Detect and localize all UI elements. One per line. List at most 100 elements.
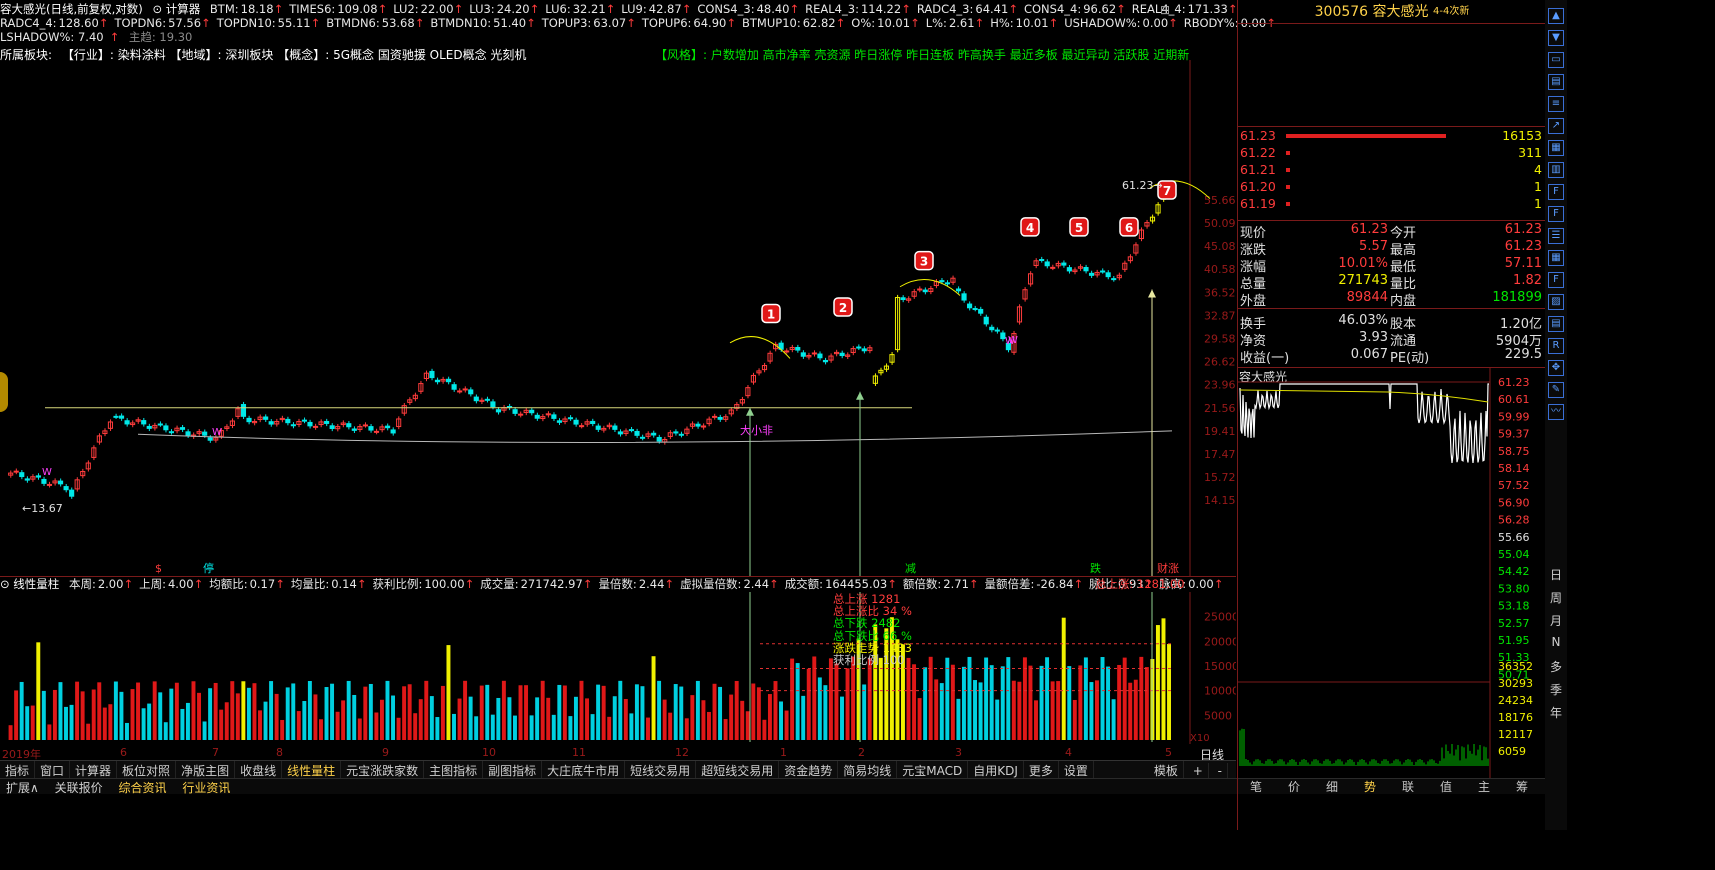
candlestick[interactable] bbox=[879, 368, 883, 376]
candlestick[interactable] bbox=[53, 478, 57, 485]
candlestick[interactable] bbox=[574, 418, 578, 427]
period-button-1[interactable]: 周 bbox=[1549, 589, 1563, 606]
candlestick[interactable] bbox=[857, 344, 861, 350]
candlestick[interactable] bbox=[762, 363, 766, 372]
candlestick[interactable] bbox=[563, 416, 567, 424]
candlestick[interactable] bbox=[757, 368, 761, 375]
candlestick[interactable] bbox=[36, 473, 40, 479]
orderbook-row[interactable]: 61.19 1 bbox=[1238, 196, 1546, 213]
period-button-4[interactable]: 多 bbox=[1549, 658, 1563, 675]
candlestick[interactable] bbox=[713, 414, 717, 420]
expand-button[interactable]: 扩展∧ bbox=[0, 779, 45, 796]
candlestick[interactable] bbox=[918, 286, 922, 292]
candlestick[interactable] bbox=[629, 427, 633, 432]
period-button-3[interactable]: N bbox=[1549, 635, 1563, 649]
candlestick[interactable] bbox=[973, 306, 977, 311]
candlestick[interactable] bbox=[979, 307, 983, 316]
candlestick[interactable] bbox=[735, 402, 739, 411]
candlestick[interactable] bbox=[247, 416, 251, 425]
candlestick[interactable] bbox=[801, 350, 805, 359]
candlestick[interactable] bbox=[1023, 287, 1027, 302]
candlestick[interactable] bbox=[1040, 257, 1044, 263]
related-quote-tab[interactable]: 关联报价 bbox=[49, 779, 109, 796]
candlestick[interactable] bbox=[363, 422, 367, 427]
candlestick[interactable] bbox=[596, 423, 600, 432]
candlestick[interactable] bbox=[330, 423, 334, 431]
candlestick[interactable] bbox=[807, 353, 811, 360]
candlestick[interactable] bbox=[624, 428, 628, 436]
candlestick[interactable] bbox=[291, 422, 295, 428]
candlestick[interactable] bbox=[613, 423, 617, 432]
quote-tab-2[interactable]: 细 bbox=[1326, 778, 1338, 795]
candlestick[interactable] bbox=[280, 416, 284, 422]
grid-icon[interactable]: ▦ bbox=[1548, 140, 1564, 156]
candlestick[interactable] bbox=[884, 363, 888, 371]
candlestick[interactable] bbox=[718, 415, 722, 422]
candlestick[interactable] bbox=[502, 405, 506, 413]
candlestick[interactable] bbox=[369, 424, 373, 433]
candlestick[interactable] bbox=[923, 287, 927, 294]
ranking-icon[interactable]: ▤ bbox=[1548, 316, 1564, 332]
add-tab-button[interactable]: + bbox=[1188, 763, 1209, 779]
candlestick[interactable] bbox=[862, 346, 866, 353]
candlestick[interactable] bbox=[1112, 276, 1116, 282]
candlestick[interactable] bbox=[1150, 215, 1154, 224]
quote-tab-7[interactable]: 筹 bbox=[1516, 778, 1528, 795]
pen-icon[interactable]: ✎ bbox=[1548, 382, 1564, 398]
candlestick[interactable] bbox=[358, 424, 362, 432]
candlestick[interactable] bbox=[552, 412, 556, 421]
candlestick[interactable] bbox=[125, 418, 129, 426]
orderbook-row[interactable]: 61.22 311 bbox=[1238, 145, 1546, 162]
candlestick[interactable] bbox=[64, 484, 68, 492]
candlestick[interactable] bbox=[458, 388, 462, 393]
calculator-link[interactable]: ⊙ 计算器 bbox=[152, 2, 200, 16]
candles-icon[interactable]: ▤ bbox=[1548, 74, 1564, 90]
candlestick[interactable] bbox=[264, 414, 268, 422]
candlestick[interactable] bbox=[873, 373, 877, 386]
candlestick[interactable] bbox=[341, 420, 345, 427]
candlestick[interactable] bbox=[446, 377, 450, 385]
candlestick[interactable] bbox=[1128, 254, 1132, 263]
trend-icon[interactable]: ↗ bbox=[1548, 118, 1564, 134]
candlestick[interactable] bbox=[585, 419, 589, 427]
table-icon[interactable]: ▦ bbox=[1548, 250, 1564, 266]
move-icon[interactable]: ✥ bbox=[1548, 360, 1564, 376]
lines-icon[interactable]: ≡ bbox=[1548, 96, 1564, 112]
candlestick[interactable] bbox=[679, 432, 683, 438]
candlestick[interactable] bbox=[635, 429, 639, 438]
candlestick[interactable] bbox=[131, 420, 135, 427]
candlestick[interactable] bbox=[846, 352, 850, 359]
candlestick[interactable] bbox=[474, 394, 478, 403]
candlestick[interactable] bbox=[81, 469, 85, 478]
candlestick[interactable] bbox=[70, 488, 74, 499]
f1-icon[interactable]: F bbox=[1548, 206, 1564, 222]
candlestick[interactable] bbox=[153, 423, 157, 431]
candlestick[interactable] bbox=[1045, 259, 1049, 268]
wave-icon[interactable]: 〰 bbox=[1548, 404, 1564, 420]
candlestick[interactable] bbox=[180, 425, 184, 432]
candlestick[interactable] bbox=[463, 386, 467, 392]
candlestick[interactable] bbox=[308, 420, 312, 429]
wave-marker-6[interactable]: 6 bbox=[1120, 218, 1138, 236]
candlestick[interactable] bbox=[591, 419, 595, 426]
period-button-5[interactable]: 季 bbox=[1549, 681, 1563, 698]
quote-tab-1[interactable]: 价 bbox=[1288, 778, 1300, 795]
candlestick[interactable] bbox=[58, 478, 62, 486]
candlestick[interactable] bbox=[197, 429, 201, 436]
candlestick[interactable] bbox=[580, 423, 584, 428]
candlestick[interactable] bbox=[1089, 271, 1093, 278]
candlestick[interactable] bbox=[524, 408, 528, 415]
candlestick[interactable] bbox=[142, 418, 146, 427]
candlestick[interactable] bbox=[452, 382, 456, 392]
orderbook-row[interactable]: 61.23 16153 bbox=[1238, 128, 1546, 145]
intraday-chart[interactable]: 61.2360.6159.9959.3758.7558.1457.5256.90… bbox=[1238, 368, 1546, 778]
candlestick[interactable] bbox=[103, 428, 107, 436]
candlestick[interactable] bbox=[1106, 270, 1110, 279]
candlestick[interactable] bbox=[1156, 202, 1160, 215]
candlestick[interactable] bbox=[541, 414, 545, 421]
candlestick[interactable] bbox=[391, 427, 395, 435]
candlestick[interactable] bbox=[1095, 270, 1099, 278]
candlestick[interactable] bbox=[1117, 273, 1121, 281]
candlestick[interactable] bbox=[618, 429, 622, 436]
candlestick[interactable] bbox=[607, 423, 611, 430]
